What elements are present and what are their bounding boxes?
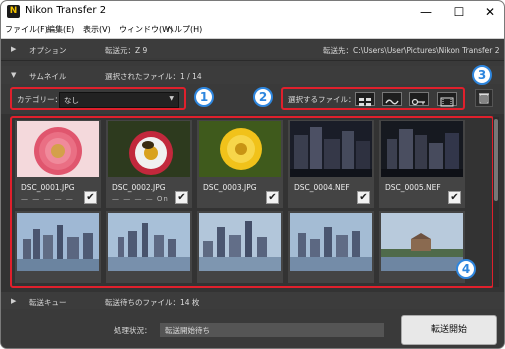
skyline-photo [199,213,281,271]
skyline-photo [108,213,190,271]
thumbnail-cell[interactable]: DSC_0004.NEF ✔ [288,120,374,208]
flower-bee-photo [108,121,190,177]
options-label: オプション [29,46,67,55]
callout-badge-2: 2 [253,87,273,107]
file-name: DSC_0003.JPG [203,183,257,192]
queue-label: 転送キュー [29,298,67,307]
expand-arrow-icon[interactable]: ▶ [11,45,16,53]
thumbnail-cell[interactable] [15,211,101,283]
file-checkbox[interactable]: ✔ [448,191,461,204]
close-button[interactable]: ✕ [475,3,504,21]
file-name: DSC_0005.NEF [385,183,441,192]
night-city-photo [381,121,463,177]
file-name: DSC_0004.NEF [294,183,350,192]
trash-icon[interactable] [475,89,493,107]
selected-count: 選択されたファイル：1 / 14 [105,72,202,81]
thumbnail-cell[interactable]: DSC_0005.NEF ✔ [379,120,465,208]
thumbnail-cell[interactable] [379,211,465,283]
file-name: DSC_0002.JPG [112,183,166,192]
island-building-photo [381,213,463,271]
file-marks: — — — — On [112,195,169,203]
menu-edit[interactable]: 編集(E) [47,24,74,35]
title-bar: N Nikon Transfer 2 — ☐ ✕ [1,1,504,23]
file-checkbox[interactable]: ✔ [84,191,97,204]
thumbnail-cell[interactable]: DSC_0001.JPG — — — — — ✔ [15,120,101,208]
menu-view[interactable]: 表示(V) [83,24,111,35]
status-value: 転送開始待ち [165,326,210,335]
thumbnail-cell[interactable]: DSC_0002.JPG — — — — On ✔ [106,120,192,208]
callout-badge-3: 3 [472,65,492,85]
start-transfer-button[interactable]: 転送開始 [401,315,497,345]
skyline-photo [17,213,99,271]
menu-bar: ファイル(F) 編集(E) 表示(V) ウィンドウ(W) ヘルプ(H) [1,23,504,39]
thumbnails-label: サムネイル [29,72,67,81]
minimize-button[interactable]: — [411,3,441,21]
category-label: カテゴリー： [17,95,62,104]
collapse-arrow-icon[interactable]: ▼ [11,71,16,79]
file-checkbox[interactable]: ✔ [175,191,188,204]
nikon-app-icon: N [7,5,20,18]
thumbnail-cell[interactable] [197,211,283,283]
menu-help[interactable]: ヘルプ(H) [166,24,202,35]
queue-waiting: 転送待ちのファイル：14 枚 [105,298,200,307]
scrollbar-thumb[interactable] [494,119,498,201]
app-window: N Nikon Transfer 2 — ☐ ✕ ファイル(F) 編集(E) 表… [0,0,505,349]
thumbnail-cell[interactable]: DSC_0003.JPG ✔ [197,120,283,208]
yellow-rose-photo [199,121,281,177]
chevron-down-icon: ▼ [169,95,174,102]
thumbnail-cell[interactable] [106,211,192,283]
select-files-label: 選択するファイル： [288,95,356,104]
file-checkbox[interactable]: ✔ [357,191,370,204]
callout-badge-4: 4 [456,259,476,279]
file-checkbox[interactable]: ✔ [266,191,279,204]
dahlia-photo [17,121,99,177]
film-strip-icon[interactable] [437,92,457,107]
protected-key-icon[interactable] [409,92,429,106]
menu-file[interactable]: ファイル(F) [5,24,48,35]
expand-arrow-icon[interactable]: ▶ [11,297,16,305]
options-source: 転送元：Z 9 [105,46,148,55]
night-city-photo [290,121,372,177]
rotate-icon[interactable] [382,92,402,106]
status-field: 転送開始待ち [160,323,384,337]
file-marks: — — — — — [21,195,74,203]
select-all-icon[interactable] [355,92,375,106]
queue-section[interactable]: ▶ 転送キュー 転送待ちのファイル：14 枚 [1,292,504,310]
thumbnail-cell[interactable] [288,211,374,283]
options-section[interactable]: ▶ オプション 転送元：Z 9 転送先：C:\Users\User\Pictur… [1,40,504,58]
file-name: DSC_0001.JPG [21,183,75,192]
maximize-button[interactable]: ☐ [444,3,474,21]
status-label: 処理状況： [114,326,152,335]
category-select[interactable]: なし ▼ [59,92,179,108]
window-title: Nikon Transfer 2 [25,5,107,16]
options-destination: 転送先：C:\Users\User\Pictures\Nikon Transfe… [323,46,500,55]
category-value: なし [64,96,79,105]
callout-badge-1: 1 [194,87,214,107]
skyline-photo [290,213,372,271]
thumbnails-section[interactable]: ▼ サムネイル 選択されたファイル：1 / 14 [1,66,504,84]
